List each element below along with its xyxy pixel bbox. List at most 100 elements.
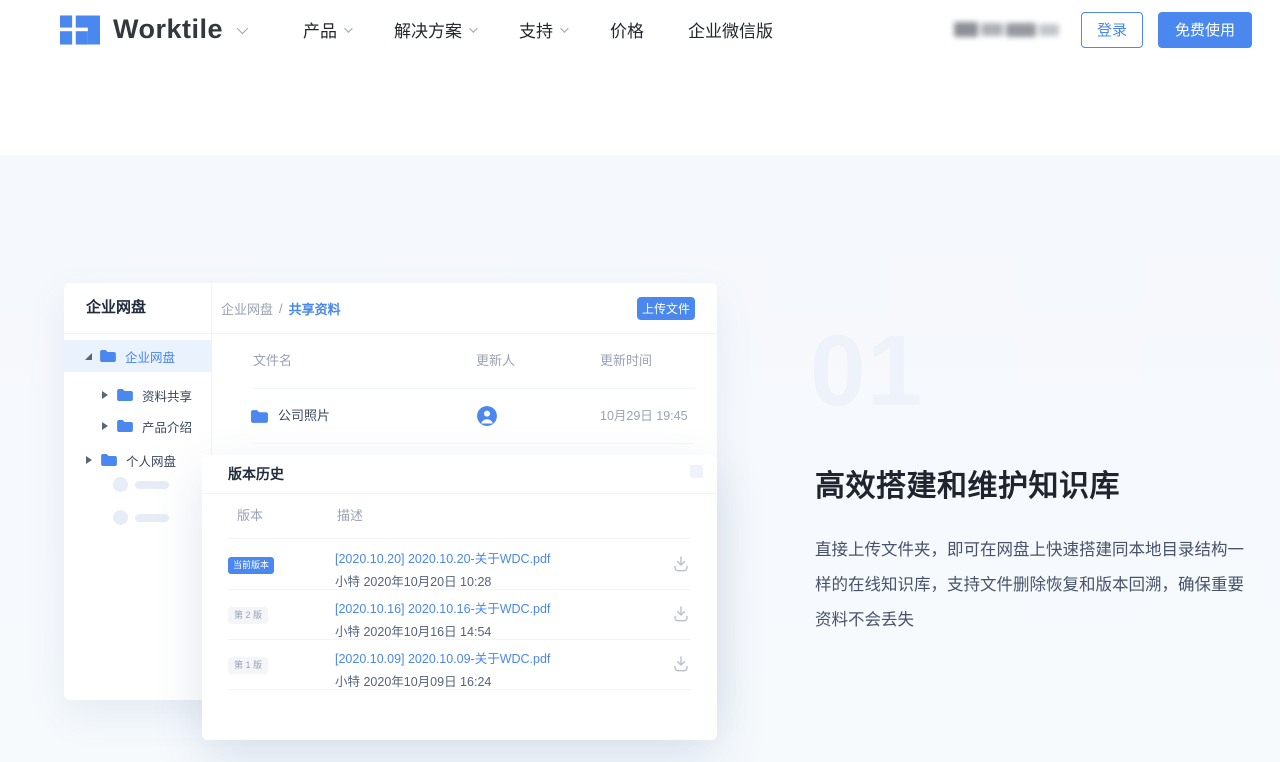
user-avatar-icon	[477, 406, 497, 426]
redaction-block	[981, 23, 1003, 36]
file-name: 公司照片	[278, 389, 330, 443]
redaction-block	[1039, 24, 1059, 36]
navbar-right: 登录 免费使用	[954, 12, 1252, 48]
caret-collapsed-icon[interactable]	[102, 391, 108, 399]
updated-time: 10月29日 19:45	[600, 389, 688, 443]
column-header-description: 描述	[337, 493, 363, 538]
phone-number-redacted	[954, 20, 1060, 40]
column-header-filename: 文件名	[253, 333, 292, 388]
chevron-down-icon[interactable]	[237, 22, 248, 33]
nav-item-label: 产品	[303, 17, 337, 42]
nav-item-support[interactable]: 支持	[519, 17, 566, 42]
folder-icon	[116, 388, 134, 402]
version-meta: 小特 2020年10月16日 14:54	[335, 625, 491, 639]
caret-collapsed-icon[interactable]	[102, 422, 108, 430]
worktile-logo[interactable]: Worktile	[60, 14, 245, 45]
column-header-version: 版本	[237, 493, 263, 538]
nav-item-label: 解决方案	[394, 17, 462, 42]
nav-item-solutions[interactable]: 解决方案	[394, 17, 475, 42]
page: Worktile 产品 解决方案 支持 价格 企业微信版	[0, 0, 1280, 762]
column-header-updated-time: 更新时间	[600, 333, 652, 388]
download-button[interactable]	[670, 554, 692, 576]
modal-title: 版本历史	[228, 455, 284, 493]
tree-item-label: 个人网盘	[126, 451, 176, 470]
feature-description: 直接上传文件夹，即可在网盘上快速搭建同本地目录结构一样的在线知识库，支持文件删除…	[815, 533, 1249, 638]
redaction-block	[954, 22, 978, 37]
breadcrumb-parent[interactable]: 企业网盘	[221, 299, 273, 318]
version-row: 第 2 版 [2020.10.16] 2020.10.16-关于WDC.pdf …	[202, 590, 717, 640]
skeleton-circle	[113, 477, 128, 492]
sidebar-title: 企业网盘	[86, 283, 146, 333]
updater-avatar[interactable]	[477, 406, 497, 426]
folder-icon	[116, 419, 134, 433]
login-button[interactable]: 登录	[1081, 12, 1143, 48]
version-history-modal: 版本历史 版本 描述 当前版本 [2020.10.20] 2020.10.20-…	[202, 455, 717, 740]
nav-item-label: 价格	[610, 17, 644, 42]
version-file-link[interactable]: [2020.10.20] 2020.10.20-关于WDC.pdf	[335, 548, 550, 567]
download-button[interactable]	[670, 654, 692, 676]
main-nav: 产品 解决方案 支持 价格 企业微信版	[303, 17, 773, 42]
folder-icon	[100, 453, 118, 467]
version-badge-current: 当前版本	[228, 557, 274, 574]
chevron-down-icon	[469, 24, 477, 32]
folder-icon	[250, 409, 269, 424]
download-icon	[671, 654, 691, 674]
tree-item-label: 企业网盘	[125, 347, 175, 366]
feature-heading: 高效搭建和维护知识库	[815, 461, 1120, 505]
folder-icon	[99, 349, 117, 363]
nav-item-pricing[interactable]: 价格	[610, 17, 644, 42]
tree-item-label: 资料共享	[142, 386, 192, 405]
version-row: 第 1 版 [2020.10.09] 2020.10.09-关于WDC.pdf …	[202, 640, 717, 690]
breadcrumb-separator: /	[279, 301, 283, 316]
top-navbar: Worktile 产品 解决方案 支持 价格 企业微信版	[0, 0, 1280, 59]
version-description: [2020.10.20] 2020.10.20-关于WDC.pdf 小特 202…	[335, 548, 550, 591]
version-file-link[interactable]: [2020.10.16] 2020.10.16-关于WDC.pdf	[335, 598, 550, 617]
tree-item-personal-disk[interactable]: 个人网盘	[64, 444, 212, 476]
tree-item-product-intro[interactable]: 产品介绍	[64, 410, 212, 442]
version-meta: 小特 2020年10月20日 10:28	[335, 575, 491, 589]
skeleton-bar	[135, 481, 169, 489]
tree-item-enterprise-disk[interactable]: 企业网盘	[64, 340, 212, 372]
table-row-company-photos[interactable]: 公司照片 10月29日 19:45	[212, 389, 717, 443]
divider	[228, 689, 691, 690]
disk-sidebar: 企业网盘 企业网盘 资料共享	[64, 283, 212, 700]
version-file-link[interactable]: [2020.10.09] 2020.10.09-关于WDC.pdf	[335, 648, 550, 667]
redaction-block	[1006, 23, 1036, 37]
nav-item-products[interactable]: 产品	[303, 17, 350, 42]
breadcrumb-current: 共享资料	[289, 299, 341, 318]
feature-index-watermark: 01	[810, 321, 923, 421]
divider	[202, 493, 717, 494]
skeleton-bar	[135, 514, 169, 522]
download-button[interactable]	[670, 604, 692, 626]
tree-item-shared-materials[interactable]: 资料共享	[64, 379, 212, 411]
skeleton-tree-item	[113, 510, 169, 525]
logo-text: Worktile	[113, 14, 223, 45]
nav-item-label: 企业微信版	[688, 17, 773, 42]
nav-item-label: 支持	[519, 17, 553, 42]
column-header-updater: 更新人	[476, 333, 515, 388]
tree-item-label: 产品介绍	[142, 417, 192, 436]
skeleton-circle	[113, 510, 128, 525]
version-meta: 小特 2020年10月09日 16:24	[335, 675, 491, 689]
skeleton-tree-item	[113, 477, 169, 492]
upload-file-button[interactable]: 上传文件	[637, 297, 695, 320]
free-signup-button[interactable]: 免费使用	[1158, 12, 1252, 48]
caret-collapsed-icon[interactable]	[86, 456, 92, 464]
nav-item-wechat-work[interactable]: 企业微信版	[688, 17, 773, 42]
download-icon	[671, 554, 691, 574]
version-row: 当前版本 [2020.10.20] 2020.10.20-关于WDC.pdf 小…	[202, 540, 717, 590]
modal-close-button[interactable]	[690, 465, 703, 478]
download-icon	[671, 604, 691, 624]
chevron-down-icon	[344, 24, 352, 32]
version-description: [2020.10.16] 2020.10.16-关于WDC.pdf 小特 202…	[335, 598, 550, 641]
divider	[253, 443, 695, 444]
version-description: [2020.10.09] 2020.10.09-关于WDC.pdf 小特 202…	[335, 648, 550, 691]
version-badge: 第 2 版	[228, 607, 268, 624]
breadcrumb: 企业网盘 / 共享资料	[221, 283, 341, 333]
worktile-logo-icon	[60, 15, 100, 45]
caret-expanded-icon[interactable]	[85, 353, 92, 360]
divider	[228, 538, 691, 539]
version-badge: 第 1 版	[228, 657, 268, 674]
feature-section: 企业网盘 企业网盘 资料共享	[0, 155, 1280, 762]
chevron-down-icon	[560, 24, 568, 32]
